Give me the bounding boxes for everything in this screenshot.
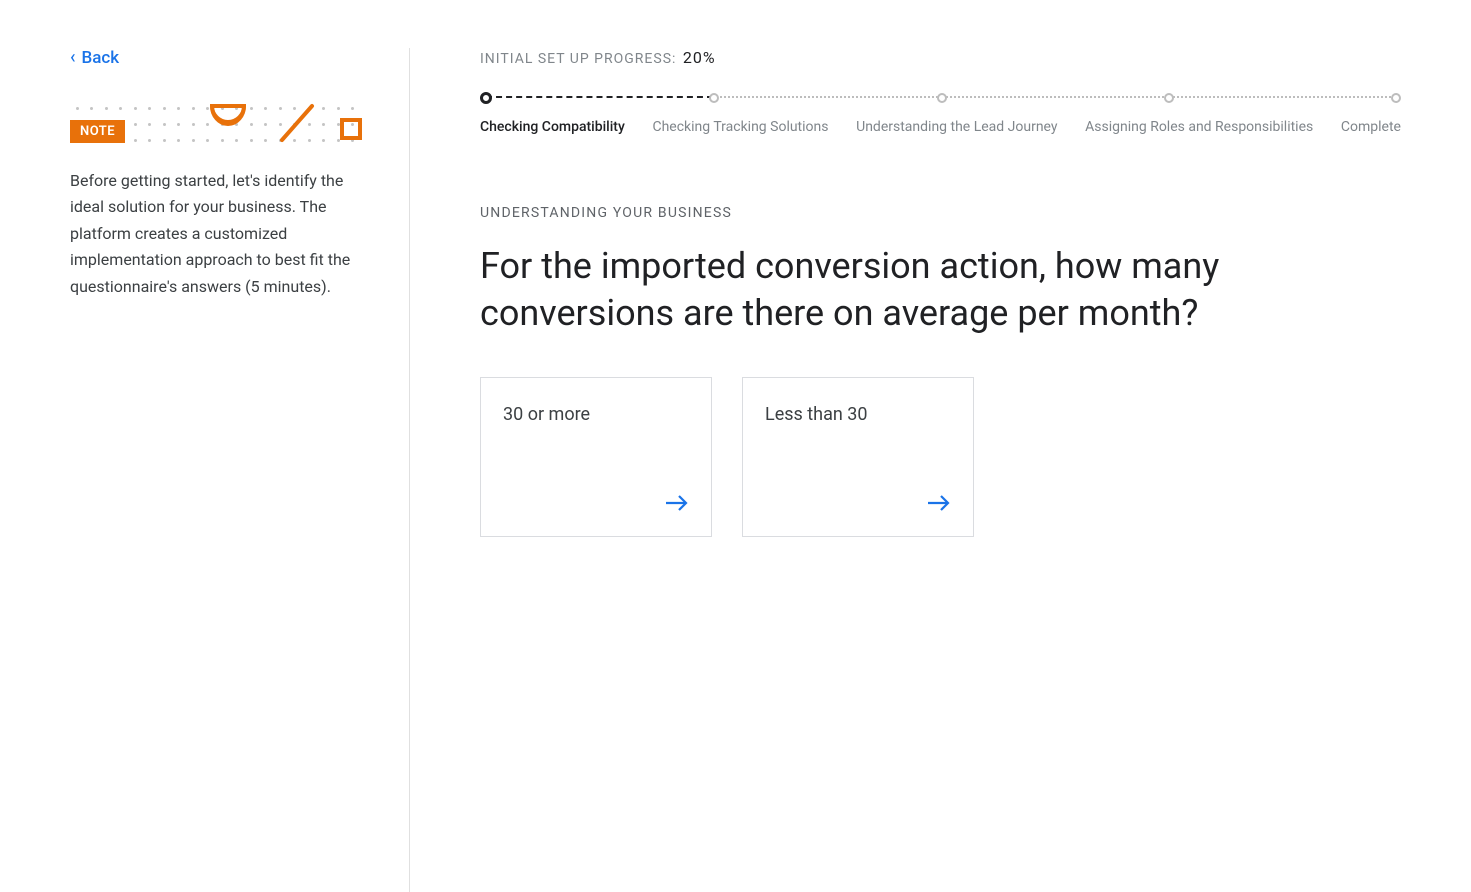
progress-percent: 20%: [683, 48, 716, 67]
section-eyebrow: UNDERSTANDING YOUR BUSINESS: [480, 205, 1401, 221]
progress-prefix: INITIAL SET UP PROGRESS:: [480, 51, 676, 67]
step-dot-2: [937, 93, 947, 103]
sidebar: ‹ Back NOTE Before getting started, let'…: [70, 48, 410, 892]
arrow-right-icon: [927, 494, 951, 516]
step-label-3: Assigning Roles and Responsibilities: [1085, 119, 1313, 135]
back-button[interactable]: ‹ Back: [70, 48, 119, 68]
step-dot-0: [480, 92, 492, 104]
step-label-0: Checking Compatibility: [480, 119, 625, 135]
step-label-2: Understanding the Lead Journey: [856, 119, 1057, 135]
bowl-icon: [210, 104, 246, 126]
step-dot-3: [1164, 93, 1174, 103]
note-text: Before getting started, let's identify t…: [70, 168, 371, 300]
step-dot-4: [1391, 93, 1401, 103]
step-label-1: Checking Tracking Solutions: [652, 119, 828, 135]
back-label: Back: [82, 48, 120, 68]
progress-label: INITIAL SET UP PROGRESS: 20%: [480, 48, 1401, 67]
arrow-right-icon: [665, 494, 689, 516]
option-label: 30 or more: [503, 404, 689, 425]
option-card-less-than-30[interactable]: Less than 30: [742, 377, 974, 537]
step-labels: Checking Compatibility Checking Tracking…: [480, 119, 1401, 135]
note-badge: NOTE: [70, 120, 125, 143]
step-label-4: Complete: [1341, 119, 1401, 135]
stepper: [480, 91, 1401, 105]
chevron-left-icon: ‹: [70, 49, 76, 67]
main-content: INITIAL SET UP PROGRESS: 20% Checking Co…: [410, 48, 1401, 892]
question-heading: For the imported conversion action, how …: [480, 243, 1260, 337]
square-icon: [340, 118, 362, 140]
note-graphic: NOTE: [70, 100, 360, 148]
option-label: Less than 30: [765, 404, 951, 425]
option-card-30-or-more[interactable]: 30 or more: [480, 377, 712, 537]
slash-icon: [278, 102, 316, 144]
step-dot-1: [709, 93, 719, 103]
options-row: 30 or more Less than 30: [480, 377, 1401, 537]
